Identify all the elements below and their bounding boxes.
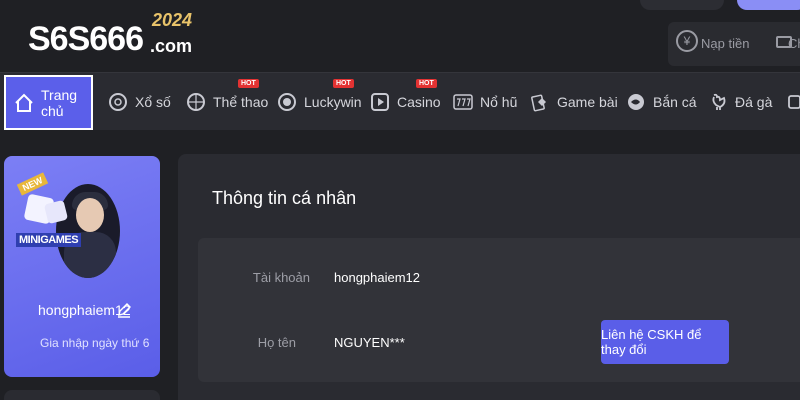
logo-year: 2024: [152, 10, 193, 30]
nav-item-lottery[interactable]: Xổ số: [108, 73, 171, 131]
top-button-1[interactable]: [640, 0, 724, 10]
deposit-icon[interactable]: ¥: [676, 30, 698, 52]
nav-label: Đá gà: [735, 94, 773, 110]
hot-badge: HOT: [416, 79, 437, 88]
nav-item-home[interactable]: Trang chủ: [4, 75, 93, 130]
nav-item-card-games[interactable]: Game bài: [530, 73, 618, 131]
sports-ball-icon: [186, 92, 206, 112]
deposit-button[interactable]: Nạp tiền: [701, 36, 749, 51]
poker-chip-icon: [277, 92, 297, 112]
home-icon: [14, 93, 34, 113]
name-label: Họ tên: [257, 335, 296, 350]
top-button-2[interactable]: [737, 0, 800, 10]
nav-item-luckywin[interactable]: Luckywin HOT: [277, 73, 362, 131]
account-label: Tài khoản: [252, 270, 310, 285]
header: S6S666 2024 .com ¥ Nạp tiền Chuyển: [0, 0, 800, 72]
contact-support-button[interactable]: Liên hệ CSKH để thay đổi: [601, 320, 729, 364]
nav-label: Xổ số: [135, 94, 171, 110]
nav-item-sports[interactable]: Thể thao HOT: [186, 73, 268, 131]
nav-label: Casino: [397, 94, 441, 110]
site-logo[interactable]: S6S666 2024 .com: [14, 6, 192, 58]
nav-item-slots[interactable]: Nổ hũ: [453, 73, 517, 131]
nav-label: Luckywin: [304, 94, 362, 110]
minigames-badge[interactable]: MINIGAMES: [16, 233, 82, 247]
nav-label: Thể thao: [213, 94, 269, 110]
nav-label: Game bài: [557, 94, 618, 110]
nav-item-cockfight[interactable]: Đá gà: [708, 73, 772, 131]
name-value: NGUYEN***: [334, 335, 405, 350]
nav-label: Nổ hũ: [480, 94, 518, 110]
avatar-image: [56, 184, 120, 278]
cards-icon: [530, 92, 550, 112]
rooster-icon: [708, 92, 728, 112]
sidebar-next-card: [4, 390, 160, 400]
more-icon: [788, 92, 800, 112]
nav-item-fishing[interactable]: Bắn cá: [626, 73, 697, 131]
nav-label: Trang chủ: [41, 86, 78, 119]
account-value: hongphaiem12: [334, 270, 421, 285]
nav-item-casino[interactable]: Casino HOT: [370, 73, 441, 131]
lottery-ball-icon: [108, 92, 128, 112]
hot-badge: HOT: [333, 79, 354, 88]
avatar-face: [76, 198, 104, 232]
avatar[interactable]: [52, 184, 120, 280]
join-days-text: Gia nhập ngày thứ 6: [40, 336, 150, 350]
fish-icon: [626, 92, 646, 112]
nav-label: Bắn cá: [653, 94, 697, 110]
nav-item-more[interactable]: [788, 73, 800, 131]
page-title: Thông tin cá nhân: [212, 188, 357, 208]
transfer-button[interactable]: Chuyển: [788, 36, 800, 51]
play-icon: [370, 92, 390, 112]
logo-text: S6S666: [28, 20, 144, 58]
logo-domain: .com: [150, 36, 193, 56]
pencil-icon[interactable]: [117, 302, 131, 318]
hot-badge: HOT: [238, 79, 259, 88]
slot-777-icon: [453, 92, 473, 112]
main-nav: Trang chủ Xổ số Thể thao HOT Luckywin HO…: [0, 72, 800, 130]
